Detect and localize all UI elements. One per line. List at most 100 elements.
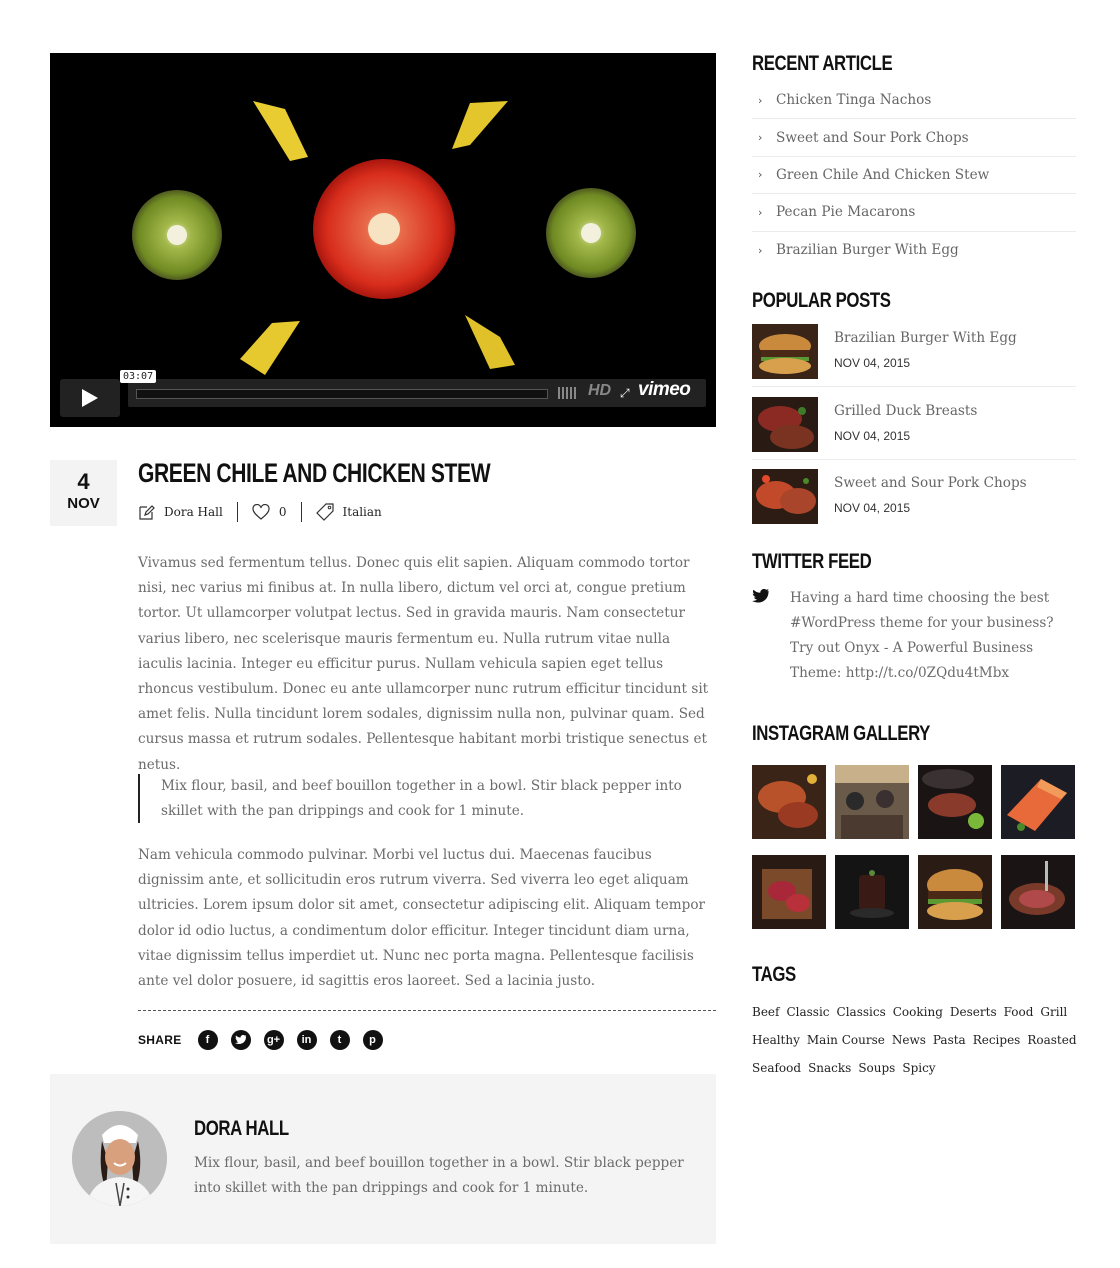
meta-likes[interactable]: 0 <box>252 504 287 520</box>
popular-post[interactable]: Sweet and Sour Pork Chops NOV 04, 2015 <box>752 469 1076 542</box>
instagram-photo[interactable] <box>835 765 909 839</box>
tweet-text: Having a hard time choosing the best #Wo… <box>790 590 1054 681</box>
tag-link[interactable]: News <box>892 1033 926 1047</box>
instagram-grid <box>752 765 1076 929</box>
author-link[interactable]: Dora Hall <box>164 505 223 519</box>
list-item[interactable]: › Green Chile And Chicken Stew <box>752 157 1076 195</box>
progress-bar[interactable] <box>136 389 548 399</box>
twitter-icon[interactable] <box>230 1030 251 1050</box>
tag-link[interactable]: Healthy <box>752 1033 800 1047</box>
play-button[interactable] <box>60 379 120 417</box>
like-count: 0 <box>278 505 287 519</box>
tag-link[interactable]: Food <box>1004 1005 1034 1019</box>
video-controls: HD ⤢ vimeo 03:07 <box>60 370 706 417</box>
post-title: GREEN CHILE AND CHICKEN STEW <box>138 458 491 488</box>
tag-row: Beef Classic Classics Cooking Deserts Fo… <box>752 998 1076 1026</box>
tag-link[interactable]: Grill <box>1040 1005 1067 1019</box>
pinterest-icon[interactable]: p <box>362 1030 383 1050</box>
post-thumbnail[interactable] <box>752 469 818 524</box>
instagram-photo[interactable] <box>1001 855 1075 929</box>
vimeo-logo[interactable]: vimeo <box>638 379 691 401</box>
tag-link[interactable]: Classic <box>786 1005 829 1019</box>
tag-link[interactable]: Seafood <box>752 1061 801 1075</box>
hd-toggle[interactable]: HD <box>588 382 611 400</box>
edit-icon <box>139 504 155 520</box>
meta-author[interactable]: Dora Hall <box>138 504 223 521</box>
recent-article-link[interactable]: Chicken Tinga Nachos <box>776 92 931 108</box>
post-thumbnail[interactable] <box>752 397 818 452</box>
category-link[interactable]: Italian <box>343 505 382 519</box>
play-icon <box>82 389 98 407</box>
popular-post-date: NOV 04, 2015 <box>834 356 911 370</box>
instagram-photo[interactable] <box>835 855 909 929</box>
instagram-photo[interactable] <box>1001 765 1075 839</box>
recent-articles-list: › Chicken Tinga Nachos › Sweet and Sour Po… <box>752 82 1076 269</box>
list-item[interactable]: › Chicken Tinga Nachos <box>752 82 1076 120</box>
post-thumbnail[interactable] <box>752 324 818 379</box>
post-quote: Mix flour, basil, and beef bouillon toge… <box>138 774 698 823</box>
tumblr-icon[interactable]: t <box>329 1030 350 1050</box>
divider <box>236 502 238 522</box>
facebook-icon[interactable]: f <box>197 1030 218 1050</box>
recent-article-link[interactable]: Green Chile And Chicken Stew <box>776 167 989 183</box>
post-paragraph: Nam vehicula commodo pulvinar. Morbi vel… <box>138 847 706 990</box>
instagram-gallery-title: INSTAGRAM GALLERY <box>752 722 930 745</box>
tag-link[interactable]: Pasta <box>933 1033 966 1047</box>
share-bar: SHARE f g+ in t p <box>138 1028 396 1052</box>
date-day: 4 <box>77 469 90 494</box>
chevron-right-icon: › <box>758 243 763 257</box>
instagram-photo[interactable] <box>918 855 992 929</box>
tag-link[interactable]: Roasted <box>1027 1033 1076 1047</box>
tags-title: TAGS <box>752 963 796 986</box>
recent-article-link[interactable]: Sweet and Sour Pork Chops <box>776 130 969 146</box>
tag-row: Seafood Snacks Soups Spicy <box>752 1054 1076 1082</box>
popular-post-title[interactable]: Sweet and Sour Pork Chops <box>834 475 1027 491</box>
post-meta: Dora Hall 0 Italian <box>138 500 382 524</box>
author-bio: Mix flour, basil, and beef bouillon toge… <box>194 1155 684 1196</box>
list-item[interactable]: › Brazilian Burger With Egg <box>752 232 1076 269</box>
chevron-right-icon: › <box>758 168 763 182</box>
tag-link[interactable]: Spicy <box>902 1061 935 1075</box>
chevron-right-icon: › <box>758 205 763 219</box>
tag-link[interactable]: Classics <box>837 1005 886 1019</box>
meta-category[interactable]: Italian <box>315 503 382 521</box>
google-plus-icon[interactable]: g+ <box>263 1030 284 1050</box>
popular-post-title[interactable]: Brazilian Burger With Egg <box>834 330 1017 346</box>
tag-link[interactable]: Beef <box>752 1005 779 1019</box>
chevron-right-icon: › <box>758 131 763 145</box>
volume-icon[interactable] <box>558 387 582 399</box>
video-player[interactable]: HD ⤢ vimeo 03:07 <box>50 53 716 427</box>
video-track: HD ⤢ vimeo <box>128 379 706 407</box>
avatar <box>72 1111 167 1206</box>
author-name[interactable]: DORA HALL <box>194 1117 289 1141</box>
popular-post-date: NOV 04, 2015 <box>834 429 911 443</box>
tag-link[interactable]: Main Course <box>807 1033 885 1047</box>
date-month: NOV <box>67 495 100 512</box>
divider <box>752 386 1076 387</box>
fullscreen-icon[interactable]: ⤢ <box>620 386 630 401</box>
chevron-right-icon: › <box>758 93 763 107</box>
instagram-photo[interactable] <box>752 765 826 839</box>
list-item[interactable]: › Pecan Pie Macarons <box>752 194 1076 232</box>
recent-article-link[interactable]: Brazilian Burger With Egg <box>776 242 959 258</box>
tag-icon <box>315 503 334 521</box>
tag-cloud: Beef Classic Classics Cooking Deserts Fo… <box>752 998 1077 1082</box>
popular-post-date: NOV 04, 2015 <box>834 501 911 515</box>
tag-link[interactable]: Soups <box>858 1061 895 1075</box>
twitter-feed-title: TWITTER FEED <box>752 550 872 573</box>
linkedin-icon[interactable]: in <box>296 1030 317 1050</box>
tag-link[interactable]: Cooking <box>893 1005 943 1019</box>
tag-link[interactable]: Recipes <box>973 1033 1021 1047</box>
popular-posts-title: POPULAR POSTS <box>752 289 891 312</box>
list-item[interactable]: › Sweet and Sour Pork Chops <box>752 119 1076 157</box>
author-box: DORA HALL Mix flour, basil, and beef bou… <box>50 1074 716 1244</box>
popular-post-title[interactable]: Grilled Duck Breasts <box>834 403 977 419</box>
instagram-photo[interactable] <box>752 855 826 929</box>
tag-link[interactable]: Snacks <box>808 1061 851 1075</box>
post-paragraph: Vivamus sed fermentum tellus. Donec quis… <box>138 555 709 773</box>
time-badge: 03:07 <box>120 370 157 383</box>
recent-article-link[interactable]: Pecan Pie Macarons <box>776 204 915 220</box>
tag-link[interactable]: Deserts <box>950 1005 997 1019</box>
instagram-photo[interactable] <box>918 765 992 839</box>
post-date: 4 NOV <box>50 460 117 526</box>
